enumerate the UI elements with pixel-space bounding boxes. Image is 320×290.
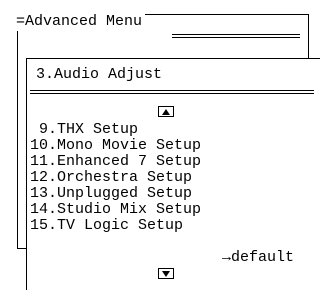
audio-adjust-title: 3.Audio Adjust <box>36 66 163 83</box>
menu-item-orchestra-setup[interactable]: 12.Orchestra Setup <box>30 170 201 186</box>
menu-item-tv-logic-setup[interactable]: 15.TV Logic Setup <box>30 218 201 234</box>
advanced-menu-title-rule <box>172 34 300 38</box>
up-arrow-icon <box>162 108 170 115</box>
scroll-up-icon[interactable] <box>158 106 174 117</box>
audio-adjust-title-rule <box>30 90 314 94</box>
down-arrow-icon <box>162 270 170 277</box>
default-option[interactable]: →default <box>222 250 294 266</box>
menu-item-studio-mix-setup[interactable]: 14.Studio Mix Setup <box>30 202 201 218</box>
menu-item-enhanced-7-setup[interactable]: 11.Enhanced 7 Setup <box>30 154 201 170</box>
advanced-menu-title: =Advanced Menu <box>16 13 146 31</box>
menu-item-unplugged-setup[interactable]: 13.Unplugged Setup <box>30 186 201 202</box>
audio-adjust-menu-list: 9.THX Setup 10.Mono Movie Setup 11.Enhan… <box>30 122 201 234</box>
menu-item-thx-setup[interactable]: 9.THX Setup <box>30 122 201 138</box>
menu-item-mono-movie-setup[interactable]: 10.Mono Movie Setup <box>30 138 201 154</box>
scroll-down-icon[interactable] <box>158 268 174 279</box>
